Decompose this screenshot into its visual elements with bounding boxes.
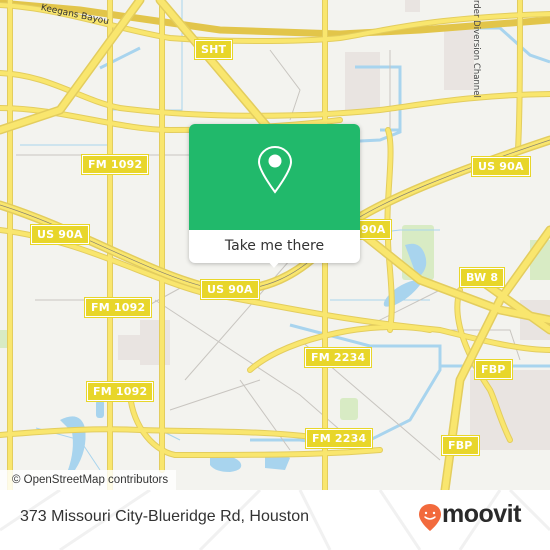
popup-header xyxy=(189,124,360,230)
location-pin-icon xyxy=(257,145,293,194)
road-shield-us90a: US 90A xyxy=(471,156,531,177)
moovit-wordmark: moovit xyxy=(442,500,521,528)
road-shield-bw8: BW 8 xyxy=(458,267,506,288)
road-shield-fm1092: FM 1092 xyxy=(83,297,153,318)
moovit-logo: moovit xyxy=(418,500,521,536)
popup-pointer xyxy=(266,259,282,268)
road-shield-fbp: FBP xyxy=(474,359,513,380)
road-shield-fbp: FBP xyxy=(441,435,480,456)
destination-address: 373 Missouri City-Blueridge Rd, Houston xyxy=(20,508,310,525)
road-shield-sht: SHT xyxy=(193,39,234,60)
destination-popup[interactable]: Take me there xyxy=(189,124,360,268)
road-shield-us90a: US 90A xyxy=(200,279,260,300)
road-shield-fm1092: FM 1092 xyxy=(85,381,155,402)
road-shield-fm2234: FM 2234 xyxy=(304,428,374,449)
diversion-channel-label: rder Diversion Channel xyxy=(471,0,481,98)
road-shield-fm1092: FM 1092 xyxy=(80,154,150,175)
road-shield-fm2234: FM 2234 xyxy=(303,347,373,368)
footer-bar: 373 Missouri City-Blueridge Rd, Houston … xyxy=(0,490,550,550)
osm-attribution[interactable]: © OpenStreetMap contributors xyxy=(0,470,177,490)
road-shield-us90a: 90A xyxy=(353,219,393,240)
road-shield-us90a: US 90A xyxy=(30,224,90,245)
map-view[interactable]: Keegans Bayou rder Diversion Channel SHT… xyxy=(0,0,550,490)
moovit-smile-pin-icon xyxy=(419,504,441,531)
